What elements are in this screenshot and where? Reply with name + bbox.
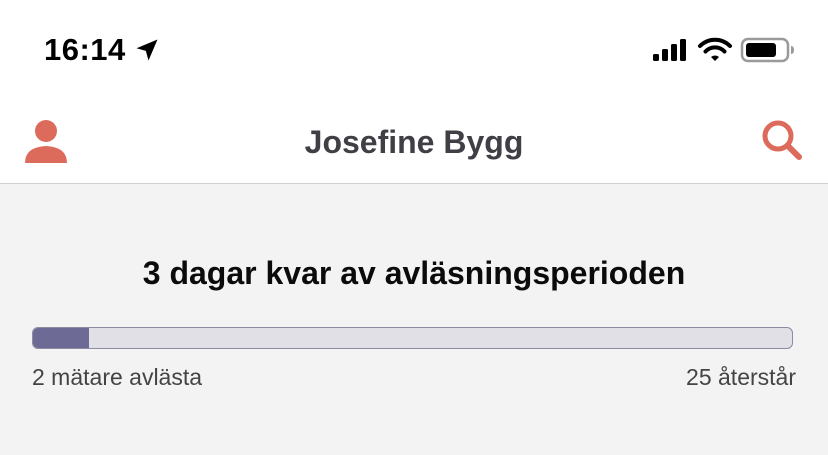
page-title: Josefine Bygg — [304, 124, 524, 160]
reading-progress-bar — [32, 327, 793, 349]
meters-read-label: 2 mätare avlästa — [32, 364, 203, 390]
reading-progress-fill — [33, 328, 90, 348]
battery-icon — [740, 37, 794, 63]
app-header: Josefine Bygg — [0, 96, 828, 184]
cellular-signal-icon — [653, 39, 686, 61]
meters-remaining-label: 25 återstår — [686, 364, 796, 390]
search-icon[interactable] — [760, 118, 804, 162]
wifi-icon — [698, 37, 732, 61]
reading-period-title: 3 dagar kvar av avläsningsperioden — [142, 255, 686, 291]
status-bar: 16:14 — [0, 0, 828, 96]
location-arrow-icon — [136, 39, 158, 61]
status-time: 16:14 — [44, 32, 126, 67]
